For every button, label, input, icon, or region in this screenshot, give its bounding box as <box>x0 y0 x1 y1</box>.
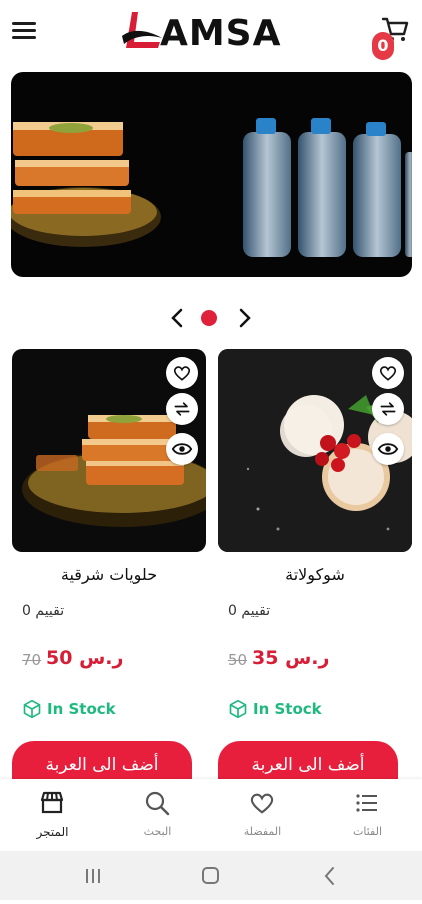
stock-label: In Stock <box>47 700 116 718</box>
bottom-nav: المتجر البحث المفضلة الفئات <box>0 779 422 851</box>
slider-dot-active[interactable] <box>201 310 217 326</box>
product-name[interactable]: حلويات شرقية <box>12 565 206 584</box>
slider-next-arrow[interactable] <box>232 306 256 330</box>
compare-icon[interactable] <box>372 393 404 425</box>
nav-search[interactable]: البحث <box>105 779 210 851</box>
promo-banner[interactable] <box>11 72 412 277</box>
product-rating: تقييم 0 <box>22 603 65 619</box>
old-price: 50 <box>228 651 248 669</box>
home-icon[interactable] <box>202 867 219 884</box>
compare-icon[interactable] <box>166 393 198 425</box>
box-icon <box>23 699 41 719</box>
slider-prev-arrow[interactable] <box>166 306 190 330</box>
price-row: 50 ر.س 35 <box>228 647 408 675</box>
box-icon <box>229 699 247 719</box>
nav-favorites[interactable]: المفضلة <box>210 779 315 851</box>
product-card[interactable]: شوكولاتة تقييم 0 50 ر.س 35 In Stock أضف … <box>218 349 412 785</box>
app-logo: AMSA <box>118 8 298 56</box>
current-price: ر.س 35 <box>252 647 330 669</box>
nav-label: البحث <box>143 825 172 838</box>
quick-view-eye-icon[interactable] <box>166 433 198 465</box>
logo-text: AMSA <box>160 13 282 54</box>
system-nav-bar <box>0 851 422 900</box>
favorite-heart-icon[interactable] <box>372 357 404 389</box>
product-name[interactable]: شوكولاتة <box>218 565 412 584</box>
favorite-heart-icon[interactable] <box>166 357 198 389</box>
nav-label: الفئات <box>353 825 382 838</box>
cart-count-badge: 0 <box>372 32 394 60</box>
product-rating: تقييم 0 <box>228 603 271 619</box>
quick-view-eye-icon[interactable] <box>372 433 404 465</box>
recent-apps-icon[interactable] <box>86 869 100 883</box>
nav-label: المتجر <box>36 825 69 839</box>
app-header: AMSA 0 <box>0 0 422 66</box>
list-icon <box>356 794 377 812</box>
price-row: 70 ر.س 50 <box>22 647 202 675</box>
back-icon[interactable] <box>324 867 334 885</box>
nav-label: المفضلة <box>243 825 282 838</box>
heart-icon <box>250 793 274 814</box>
banner-image <box>11 118 412 257</box>
nav-store[interactable]: المتجر <box>0 779 105 851</box>
current-price: ر.س 50 <box>46 647 124 669</box>
old-price: 70 <box>22 651 42 669</box>
nav-categories[interactable]: الفئات <box>315 779 420 851</box>
store-icon <box>40 791 64 814</box>
stock-label: In Stock <box>253 700 322 718</box>
search-icon <box>145 791 170 816</box>
menu-icon[interactable] <box>12 20 38 42</box>
product-card[interactable]: حلويات شرقية تقييم 0 70 ر.س 50 In Stock … <box>12 349 206 785</box>
